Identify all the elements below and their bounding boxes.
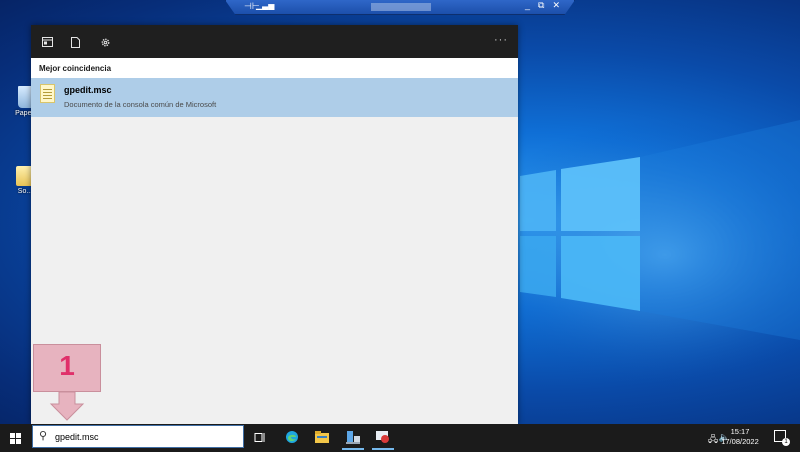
section-title: Mejor coincidencia bbox=[31, 58, 518, 78]
document-icon[interactable] bbox=[67, 34, 83, 50]
clock-date: 17/08/2022 bbox=[721, 437, 759, 446]
rdp-minimize-button[interactable]: _ bbox=[525, 0, 530, 11]
best-match-result[interactable]: gpedit.msc Documento de la consola común… bbox=[31, 78, 518, 117]
result-name: gpedit.msc bbox=[64, 85, 112, 95]
start-button[interactable] bbox=[0, 424, 30, 452]
remote-desktop-connection-bar: ⊣⊢ ▁▃▅ _ ⧉ ✕ bbox=[225, 0, 575, 15]
rdp-close-button[interactable]: ✕ bbox=[552, 0, 560, 11]
clock-time: 15:17 bbox=[730, 427, 750, 436]
connection-host-name bbox=[371, 3, 431, 11]
file-explorer-button[interactable] bbox=[307, 424, 337, 450]
taskbar-search-box[interactable]: ⚲ bbox=[32, 425, 244, 448]
server-manager-button[interactable] bbox=[338, 424, 368, 450]
rdp-restore-button[interactable]: ⧉ bbox=[538, 0, 544, 11]
edge-button[interactable] bbox=[277, 424, 307, 450]
clock[interactable]: 15:17 17/08/2022 bbox=[718, 427, 762, 447]
server-manager-icon bbox=[346, 430, 360, 444]
windows-icon bbox=[9, 432, 21, 444]
search-input[interactable] bbox=[55, 430, 235, 444]
apps-icon[interactable] bbox=[39, 34, 55, 50]
notification-badge: 1 bbox=[782, 438, 790, 446]
signal-icon[interactable]: ▁▃▅ bbox=[256, 1, 274, 10]
file-explorer-icon bbox=[315, 431, 329, 443]
settings-icon[interactable] bbox=[97, 34, 113, 50]
remote-app-icon bbox=[376, 430, 389, 443]
step-callout: 1 bbox=[33, 344, 101, 421]
start-search-panel: ··· Mejor coincidencia gpedit.msc Docume… bbox=[31, 25, 518, 424]
task-view-icon bbox=[254, 432, 265, 442]
result-description: Documento de la consola común de Microso… bbox=[64, 100, 217, 109]
edge-icon bbox=[286, 431, 298, 443]
network-icon[interactable]: 🖧 bbox=[708, 432, 718, 448]
msc-file-icon bbox=[40, 84, 55, 103]
taskbar: ⚲ 🖧 🔈 15:17 17/08/2022 1 bbox=[0, 424, 800, 452]
search-results: Mejor coincidencia gpedit.msc Documento … bbox=[31, 58, 518, 424]
more-icon[interactable]: ··· bbox=[494, 34, 508, 46]
search-icon: ⚲ bbox=[39, 430, 48, 442]
search-panel-toolbar: ··· bbox=[31, 25, 518, 58]
remote-app-button[interactable] bbox=[368, 424, 398, 450]
down-arrow-icon bbox=[49, 392, 85, 421]
task-view-button[interactable] bbox=[245, 424, 275, 450]
step-number: 1 bbox=[59, 350, 75, 381]
